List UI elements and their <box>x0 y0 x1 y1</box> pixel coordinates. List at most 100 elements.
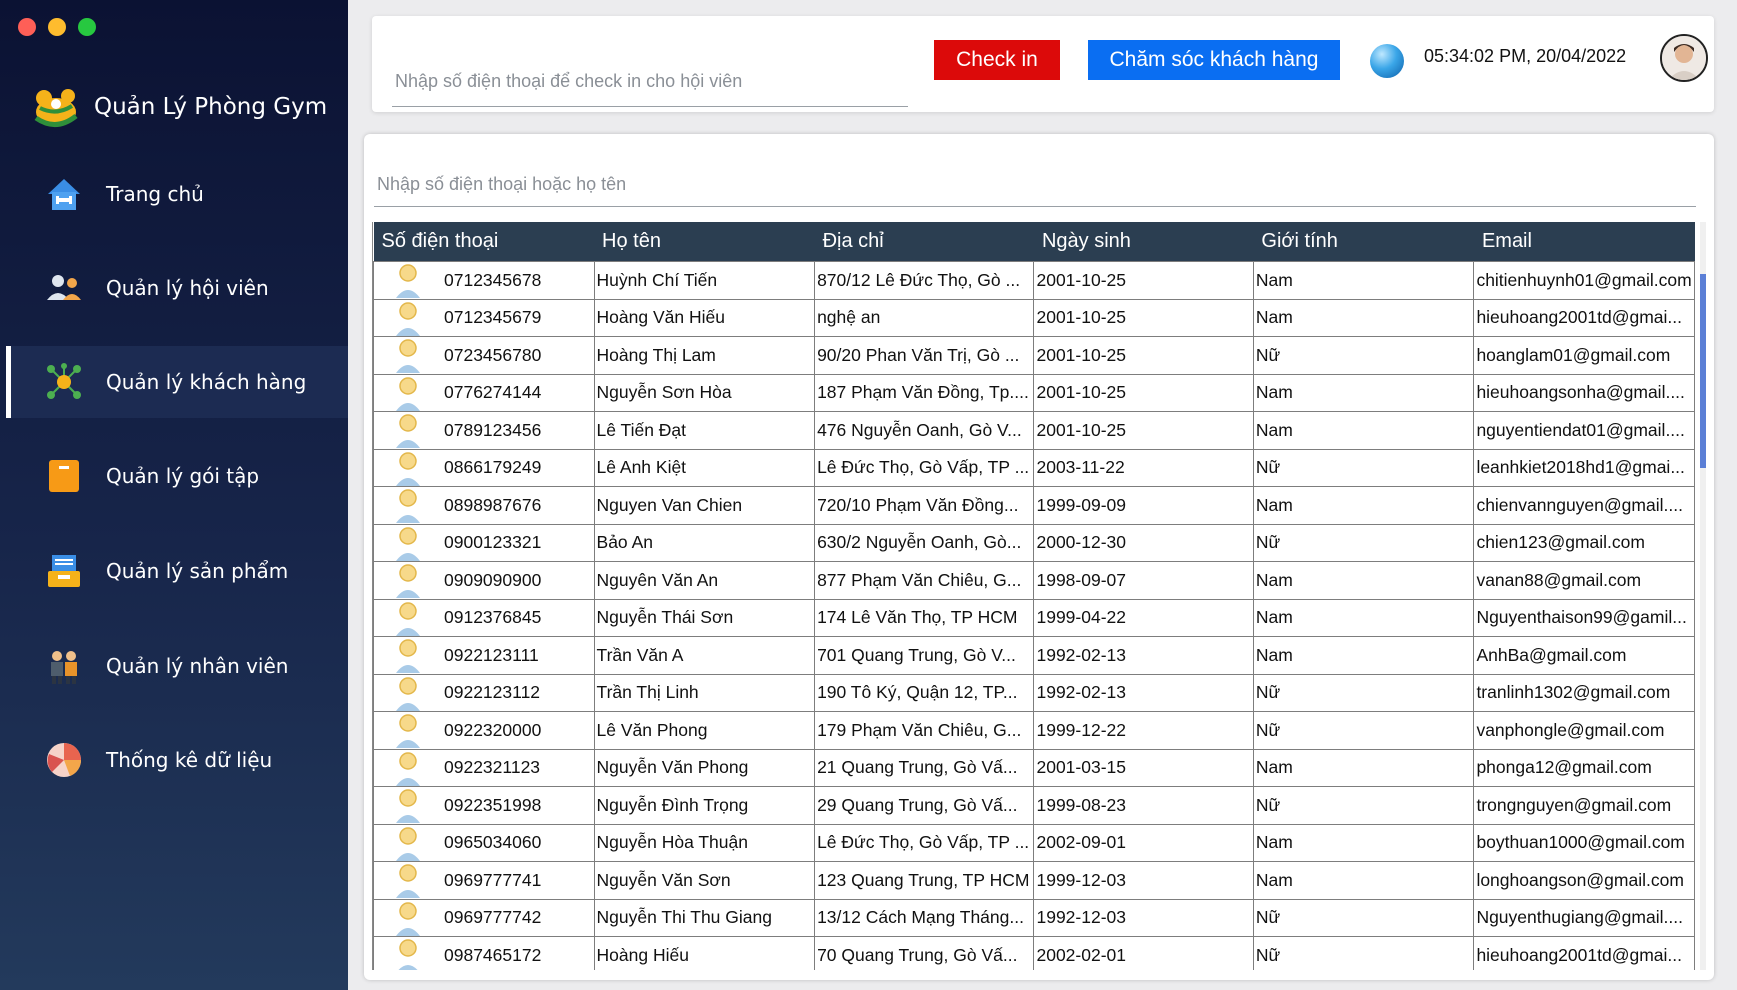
table-scrollbar[interactable] <box>1700 222 1706 970</box>
cell-address: 190 Tô Ký, Quận 12, TP... <box>814 673 1035 712</box>
cell-text: 0922321123 <box>444 757 541 778</box>
cell-text: chienvannguyen@gmail.... <box>1476 494 1683 515</box>
cell-birthdate: 2001-10-25 <box>1033 336 1254 375</box>
column-header-gender[interactable]: Giới tính <box>1253 222 1474 262</box>
sidebar-item-products[interactable]: Quản lý sản phẩm <box>6 535 348 607</box>
checkin-phone-input[interactable] <box>392 56 908 107</box>
cell-birthdate: 1999-08-23 <box>1033 786 1254 825</box>
cell-text: Nguyễn Văn Phong <box>596 757 749 778</box>
cell-text: 870/12 Lê Đức Thọ, Gò ... <box>817 269 1021 290</box>
cell-gender: Nữ <box>1252 711 1475 750</box>
cell-text: Nguyễn Sơn Hòa <box>596 382 732 403</box>
column-header-birthdate[interactable]: Ngày sinh <box>1033 222 1254 262</box>
cell-email: boythuan1000@gmail.com <box>1473 823 1695 862</box>
sidebar-item-packages[interactable]: Quản lý gói tập <box>6 440 348 512</box>
cell-gender: Nữ <box>1252 786 1475 825</box>
table-row[interactable]: 0969777741 Nguyễn Văn Sơn 123 Quang Trung,… <box>373 861 1695 900</box>
cell-text: 2003-11-22 <box>1036 457 1125 478</box>
cell-email: chitienhuynh01@gmail.com <box>1473 261 1695 300</box>
sidebar-item-statistics[interactable]: Thống kê dữ liệu <box>6 724 348 796</box>
table-row[interactable]: 0712345678 Huỳnh Chí Tiến 870/12 Lê Đức Th… <box>373 261 1695 300</box>
cell-text: 29 Quang Trung, Gò Vấ... <box>817 794 1018 815</box>
table-row[interactable]: 0909090900 Nguyên Văn An 877 Phạm Văn Chiê… <box>373 561 1695 600</box>
column-header-phone[interactable]: Số điện thoại <box>373 222 595 262</box>
cell-text: 2001-10-25 <box>1036 307 1127 328</box>
table-row[interactable]: 0922321123 Nguyễn Văn Phong 21 Quang Trung… <box>373 748 1695 787</box>
sidebar-item-staff[interactable]: Quản lý nhân viên <box>6 630 348 702</box>
column-header-address[interactable]: Địa chỉ <box>814 222 1034 262</box>
maximize-window-button[interactable] <box>78 18 96 36</box>
customer-search-input[interactable] <box>374 162 1696 207</box>
cell-phone: 0987465172 <box>373 936 595 970</box>
table-row[interactable]: 0789123456 Lê Tiến Đạt 476 Nguyễn Oanh, Gò… <box>373 411 1695 450</box>
table-row[interactable]: 0922123112 Trần Thị Linh 190 Tô Ký, Quận 1… <box>373 673 1695 712</box>
table-row[interactable]: 0922123111 Trần Văn A 701 Quang Trung, Gò … <box>373 636 1695 675</box>
cell-text: 0965034060 <box>444 832 542 853</box>
table-row[interactable]: 0776274144 Nguyễn Sơn Hòa 187 Phạm Văn Đồn… <box>373 373 1695 412</box>
cell-address: 701 Quang Trung, Gò V... <box>814 636 1035 675</box>
cell-text: trongnguyen@gmail.com <box>1476 794 1672 815</box>
cell-birthdate: 1992-12-03 <box>1033 898 1254 937</box>
cell-text: Nguyenthugiang@gmail.... <box>1476 907 1683 928</box>
cell-email: Nguyenthugiang@gmail.... <box>1473 898 1695 937</box>
scrollbar-thumb[interactable] <box>1700 274 1706 468</box>
table-row[interactable]: 0723456780 Hoàng Thị Lam 90/20 Phan Văn Tr… <box>373 336 1695 375</box>
sidebar-item-customers[interactable]: Quản lý khách hàng <box>6 346 353 418</box>
customer-avatar-icon <box>396 939 420 970</box>
close-window-button[interactable] <box>18 18 36 36</box>
cell-text: Trần Văn A <box>596 644 684 665</box>
cell-text: Nữ <box>1255 944 1281 965</box>
checkin-button[interactable]: Check in <box>934 40 1060 80</box>
top-bar: Check in Chăm sóc khách hàng 05:34:02 PM… <box>372 16 1714 112</box>
sidebar-item-home[interactable]: Trang chủ <box>6 158 348 230</box>
cell-birthdate: 2001-10-25 <box>1033 411 1254 450</box>
minimize-window-button[interactable] <box>48 18 66 36</box>
cell-address: 29 Quang Trung, Gò Vấ... <box>814 786 1035 825</box>
cell-gender: Nữ <box>1252 336 1475 375</box>
table-row[interactable]: 0969777742 Nguyễn Thi Thu Giang 13/12 Cách… <box>373 898 1695 937</box>
cell-text: 720/10 Phạm Văn Đồng... <box>817 494 1019 515</box>
customer-care-button[interactable]: Chăm sóc khách hàng <box>1088 40 1340 80</box>
cell-text: 1999-12-22 <box>1036 719 1127 740</box>
table-body: 0712345678 Huỳnh Chí Tiến 870/12 Lê Đức Th… <box>373 261 1695 970</box>
cell-text: 2002-09-01 <box>1036 832 1127 853</box>
cell-address: 870/12 Lê Đức Thọ, Gò ... <box>814 261 1035 300</box>
table-row[interactable]: 0912376845 Nguyễn Thái Sơn 174 Lê Văn Thọ,… <box>373 598 1695 637</box>
cell-text: 1999-08-23 <box>1036 794 1127 815</box>
cell-text: Nam <box>1255 494 1293 515</box>
table-row[interactable]: 0866179249 Lê Anh Kiệt Lê Đức Thọ, Gò Vấp,… <box>373 448 1695 487</box>
cell-email: hieuhoang2001td@gmai... <box>1473 298 1695 337</box>
table-row[interactable]: 0898987676 Nguyen Van Chien 720/10 Phạm Vă… <box>373 486 1695 525</box>
cell-text: Nguyên Văn An <box>596 569 719 590</box>
cell-text: Nữ <box>1255 907 1281 928</box>
cell-birthdate: 1999-09-09 <box>1033 486 1254 525</box>
table-row[interactable]: 0965034060 Nguyễn Hòa Thuận Lê Đức Thọ, Gò… <box>373 823 1695 862</box>
sidebar-item-members[interactable]: Quản lý hội viên <box>6 252 348 324</box>
cell-address: Lê Đức Thọ, Gò Vấp, TP ... <box>814 823 1035 862</box>
cell-text: 0909090900 <box>444 569 542 590</box>
user-avatar[interactable] <box>1660 34 1708 82</box>
table-row[interactable]: 0900123321 Bảo An 630/2 Nguyễn Oanh, Gò...… <box>373 523 1695 562</box>
cell-text: Nam <box>1255 382 1293 403</box>
cell-birthdate: 1999-12-22 <box>1033 711 1254 750</box>
table-row[interactable]: 0712345679 Hoàng Văn Hiếu nghệ an 2001-10-2… <box>373 298 1695 337</box>
cell-address: 70 Quang Trung, Gò Vấ... <box>814 936 1035 970</box>
table-row[interactable]: 0987465172 Hoàng Hiếu 70 Quang Trung, Gò V… <box>373 936 1695 970</box>
customer-avatar-icon <box>396 864 420 898</box>
cell-text: 476 Nguyễn Oanh, Gò V... <box>817 419 1022 440</box>
gym-logo-icon <box>30 82 82 132</box>
cell-text: 877 Phạm Văn Chiêu, G... <box>817 569 1022 590</box>
cell-text: 0900123321 <box>444 532 542 553</box>
column-header-name[interactable]: Họ tên <box>594 222 815 262</box>
cell-text: 1992-02-13 <box>1036 644 1127 665</box>
cell-email: AnhBa@gmail.com <box>1473 636 1695 675</box>
cell-phone: 0909090900 <box>373 561 595 600</box>
cell-text: 1999-12-03 <box>1036 869 1127 890</box>
table-row[interactable]: 0922351998 Nguyễn Đình Trọng 29 Quang Trun… <box>373 786 1695 825</box>
column-header-email[interactable]: Email <box>1473 222 1695 262</box>
cell-text: Nam <box>1255 307 1293 328</box>
globe-icon[interactable] <box>1370 44 1404 78</box>
table-row[interactable]: 0922320000 Lê Văn Phong 179 Phạm Văn Chiêu… <box>373 711 1695 750</box>
customer-avatar-icon <box>396 751 420 786</box>
cell-text: Nguyễn Thái Sơn <box>596 607 734 628</box>
